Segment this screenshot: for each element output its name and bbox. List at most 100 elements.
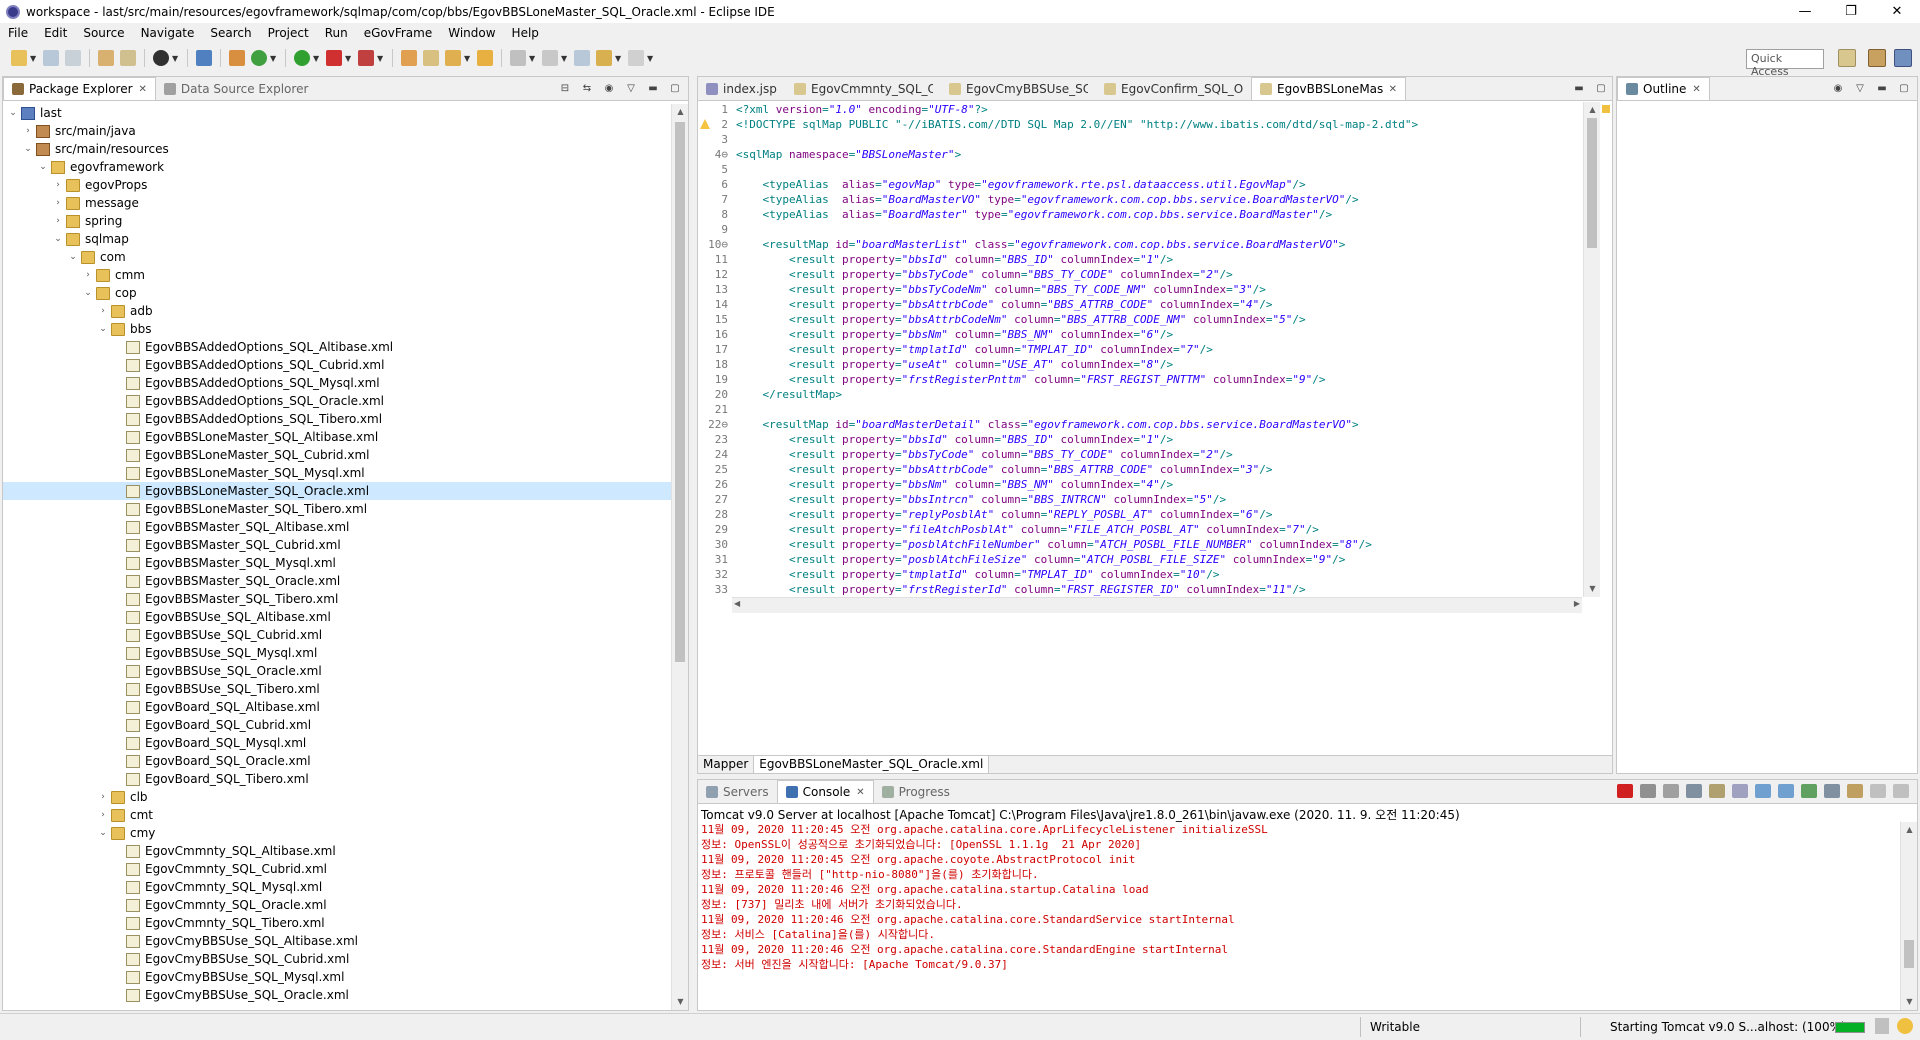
tree-item[interactable]: EgovCmmnty_SQL_Oracle.xml [3,896,671,914]
progress-status[interactable]: Starting Tomcat v9.0 S...alhost: (100%) [1610,1020,1846,1034]
menu-project[interactable]: Project [268,26,309,40]
tree-item[interactable]: ⌄ sqlmap [3,230,671,248]
tree-item[interactable]: ⌄ cop [3,284,671,302]
tree-item[interactable]: EgovBBSMaster_SQL_Tibero.xml [3,590,671,608]
progress-view-icon[interactable] [1875,1018,1889,1034]
save-icon[interactable] [43,50,59,66]
editor-hscrollbar[interactable]: ◀ ▶ [732,597,1582,613]
chevron-down-icon[interactable]: ⌄ [22,144,34,154]
open-type-icon[interactable] [401,50,417,66]
tree-item[interactable]: › clb [3,788,671,806]
chevron-right-icon[interactable]: › [97,306,109,316]
tree-item[interactable]: EgovBBSMaster_SQL_Altibase.xml [3,518,671,536]
clear-console-icon[interactable] [1686,784,1702,798]
chevron-down-icon[interactable]: ▼ [647,54,653,63]
tree-item[interactable]: EgovBBSUse_SQL_Tibero.xml [3,680,671,698]
scroll-thumb[interactable] [1904,940,1914,968]
explorer-scrollbar[interactable]: ▲ ▼ [671,104,688,1010]
scroll-left-icon[interactable]: ◀ [734,599,740,608]
close-icon[interactable]: ✕ [856,787,864,798]
display-console-icon[interactable] [1824,784,1840,798]
scroll-up-icon[interactable]: ▲ [672,104,689,120]
jee-perspective-icon[interactable] [1868,49,1886,67]
tree-item[interactable]: EgovBBSUse_SQL_Cubrid.xml [3,626,671,644]
package-icon[interactable] [229,50,245,66]
chevron-down-icon[interactable]: ⌄ [97,324,109,334]
tree-item[interactable]: EgovCmyBBSUse_SQL_Oracle.xml [3,986,671,1004]
scroll-lock-icon[interactable] [1709,784,1725,798]
chevron-down-icon[interactable]: ▼ [270,54,276,63]
tree-item[interactable]: EgovBoard_SQL_Cubrid.xml [3,716,671,734]
tree-item[interactable]: EgovBBSLoneMaster_SQL_Tibero.xml [3,500,671,518]
tree-item[interactable]: EgovBBSAddedOptions_SQL_Mysql.xml [3,374,671,392]
java-perspective-icon[interactable] [1894,49,1912,67]
close-icon[interactable]: ✕ [1389,84,1397,95]
tree-item[interactable]: EgovBBSAddedOptions_SQL_Oracle.xml [3,392,671,410]
tree-item[interactable]: ⌄ last [3,104,671,122]
new-java-icon[interactable] [251,50,267,66]
tab-progress[interactable]: Progress [874,781,958,803]
scroll-thumb[interactable] [675,122,685,662]
tab-console[interactable]: Console ✕ [776,780,874,803]
tree-item[interactable]: › message [3,194,671,212]
console-scrollbar[interactable]: ▲ ▼ [1900,822,1917,1010]
scroll-up-icon[interactable]: ▲ [1901,822,1918,838]
new-icon[interactable] [11,50,27,66]
word-wrap-icon[interactable] [1732,784,1748,798]
focus-icon[interactable]: ◉ [602,81,616,95]
warning-overview-marker[interactable] [1602,105,1610,113]
tree-item[interactable]: › src/main/java [3,122,671,140]
tree-item[interactable]: EgovBBSAddedOptions_SQL_Tibero.xml [3,410,671,428]
tab-data-source-explorer[interactable]: Data Source Explorer [156,78,316,100]
tree-item[interactable]: ⌄ bbs [3,320,671,338]
close-icon[interactable]: ✕ [1692,84,1700,95]
chevron-down-icon[interactable]: ⌄ [82,288,94,298]
chevron-right-icon[interactable]: › [97,810,109,820]
scroll-down-icon[interactable]: ▼ [1901,994,1918,1010]
minimize-view-icon[interactable]: ▬ [1875,81,1889,95]
collapse-all-icon[interactable]: ⊟ [558,81,572,95]
tab-mapper[interactable]: Mapper [698,756,755,773]
chevron-down-icon[interactable]: ⌄ [7,108,19,118]
chevron-down-icon[interactable]: ▼ [464,54,470,63]
tree-item[interactable]: EgovCmyBBSUse_SQL_Mysql.xml [3,968,671,986]
tree-item[interactable]: EgovBoard_SQL_Tibero.xml [3,770,671,788]
menu-run[interactable]: Run [325,26,348,40]
menu-help[interactable]: Help [512,26,539,40]
tree-item[interactable]: ⌄ egovframework [3,158,671,176]
tree-item[interactable]: EgovCmmnty_SQL_Tibero.xml [3,914,671,932]
profile-icon[interactable] [153,50,169,66]
tree-item[interactable]: › cmm [3,266,671,284]
scroll-thumb[interactable] [1587,118,1597,248]
tree-item[interactable]: › cmt [3,806,671,824]
editor-tab[interactable]: EgovCmmnty_SQL_Oracl... [786,78,941,100]
tree-item[interactable]: › adb [3,302,671,320]
tree-item[interactable]: EgovBBSAddedOptions_SQL_Altibase.xml [3,338,671,356]
chevron-right-icon[interactable]: › [22,126,34,136]
prev-annotation-icon[interactable] [542,50,558,66]
open-console-icon[interactable] [1847,784,1863,798]
chevron-right-icon[interactable]: › [52,198,64,208]
clean-icon[interactable] [120,50,136,66]
open-folder-icon[interactable] [477,50,493,66]
tree-item[interactable]: EgovCmmnty_SQL_Cubrid.xml [3,860,671,878]
quick-access-input[interactable]: Quick Access [1746,49,1824,78]
tree-item[interactable]: › egovProps [3,176,671,194]
server-icon[interactable] [196,50,212,66]
chevron-down-icon[interactable]: ⌄ [37,162,49,172]
chevron-down-icon[interactable]: ▼ [313,54,319,63]
scroll-down-icon[interactable]: ▼ [1584,581,1601,597]
maximize-view-icon[interactable]: ▢ [1594,81,1608,95]
minimize-view-icon[interactable]: ▬ [1572,81,1586,95]
show-stdout-icon[interactable] [1755,784,1771,798]
chevron-down-icon[interactable]: ▼ [377,54,383,63]
tree-item[interactable]: EgovBBSUse_SQL_Oracle.xml [3,662,671,680]
view-menu-icon[interactable]: ▽ [624,81,638,95]
tree-item[interactable]: ⌄ cmy [3,824,671,842]
chevron-down-icon[interactable]: ⌄ [67,252,79,262]
debug-icon[interactable] [294,50,310,66]
maximize-view-icon[interactable]: ▢ [1897,81,1911,95]
pin-console-icon[interactable] [1801,784,1817,798]
maximize-view-icon[interactable] [1893,784,1909,798]
chevron-right-icon[interactable]: › [97,792,109,802]
